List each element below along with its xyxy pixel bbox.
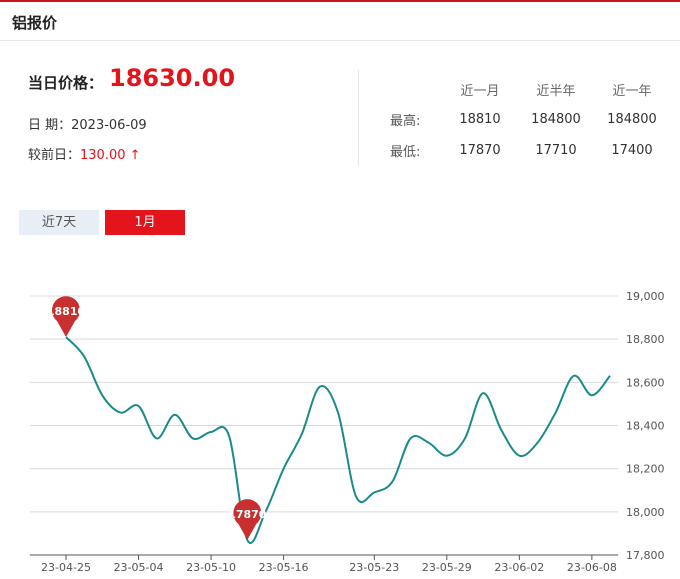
- y-tick-label: 18,800: [626, 333, 665, 346]
- stats-row-high: 最高: 18810 184800 184800: [390, 104, 670, 135]
- x-tick-label: 23-05-16: [259, 561, 309, 574]
- x-tick-label: 23-05-23: [349, 561, 399, 574]
- stats-cell: 18810: [459, 112, 501, 127]
- x-tick-label: 23-06-02: [494, 561, 544, 574]
- y-tick-label: 19,000: [626, 290, 665, 303]
- y-tick-label: 18,200: [626, 463, 665, 476]
- stats-cell: 17870: [459, 143, 501, 158]
- x-tick-label: 23-06-08: [567, 561, 617, 574]
- x-tick-label: 23-05-10: [186, 561, 236, 574]
- date-row: 日 期：2023-06-09: [28, 114, 147, 133]
- x-tick-label: 23-05-29: [422, 561, 472, 574]
- stats-col-header: 近一年: [612, 83, 652, 99]
- price-label: 当日价格：: [28, 74, 104, 92]
- price-line-chart: 17,800 18,000 18,200 18,400 18,600 18,800 19,0…: [30, 290, 665, 574]
- stats-cell: 17400: [611, 143, 653, 158]
- y-tick-label: 18,000: [626, 506, 665, 519]
- price-stats-table: 近一月 近半年 近一年 最高: 18810 184800 184800 最低: …: [390, 74, 670, 166]
- stats-row-label: 最低:: [390, 145, 421, 160]
- y-tick-label: 18,400: [626, 420, 665, 433]
- change-row: 较前日：130.00 ↑: [28, 144, 141, 163]
- extreme-marker-label: 18810: [47, 305, 86, 318]
- date-label: 日 期：: [28, 118, 72, 133]
- panel-title: 铝报价: [12, 14, 58, 32]
- stats-col-header: 近半年: [536, 83, 576, 99]
- change-value: 130.00: [80, 148, 126, 163]
- y-tick-label: 18,600: [626, 376, 665, 389]
- stats-corner: [390, 74, 442, 104]
- tab-7-days[interactable]: 近7天: [19, 210, 99, 235]
- up-arrow-icon: ↑: [129, 148, 141, 163]
- date-value: 2023-06-09: [71, 118, 147, 133]
- vertical-divider: [358, 70, 359, 166]
- stats-cell: 184800: [531, 112, 581, 127]
- stats-header-row: 近一月 近半年 近一年: [390, 74, 670, 104]
- x-tick-label: 23-04-25: [41, 561, 91, 574]
- panel-header: 铝报价: [0, 2, 680, 41]
- price-value: 18630.00: [109, 64, 236, 92]
- change-label: 较前日：: [28, 148, 81, 163]
- stats-cell: 184800: [607, 112, 657, 127]
- stats-row-label: 最高:: [390, 114, 421, 129]
- stats-cell: 17710: [535, 143, 577, 158]
- tab-1-month[interactable]: 1月: [105, 210, 185, 235]
- x-tick-label: 23-05-04: [114, 561, 164, 574]
- extreme-marker-label: 17870: [228, 508, 267, 521]
- y-tick-label: 17,800: [626, 549, 665, 562]
- stats-row-low: 最低: 17870 17710 17400: [390, 135, 670, 166]
- stats-col-header: 近一月: [460, 83, 500, 99]
